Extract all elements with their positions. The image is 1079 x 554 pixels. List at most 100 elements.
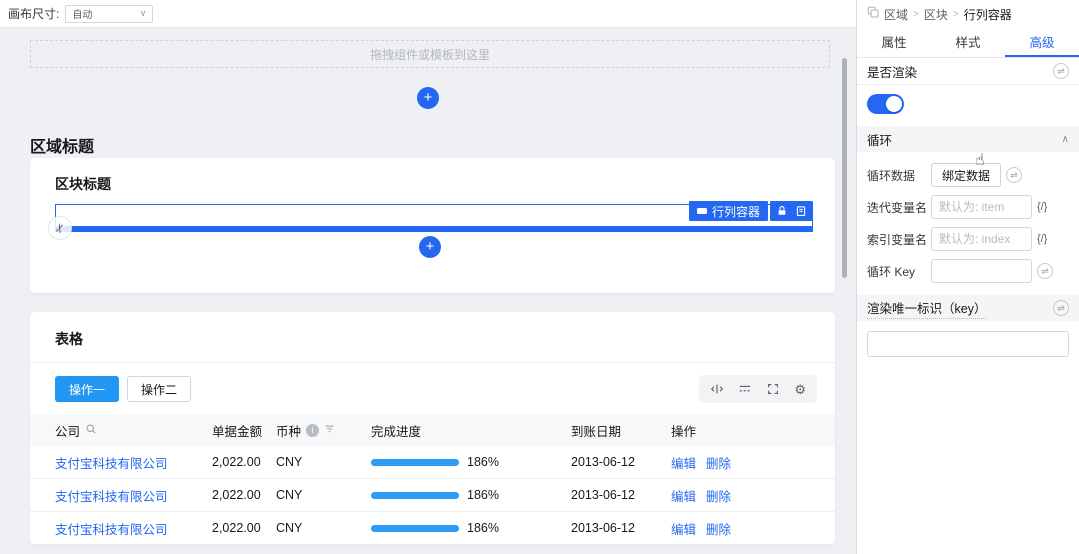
delete-link[interactable]: 删除: [706, 519, 731, 538]
canvas-toolbar: 画布尺寸: 自动 ∨: [0, 0, 856, 28]
delete-link[interactable]: 删除: [706, 453, 731, 472]
table-card[interactable]: 表格 操作一 操作二 ⚙: [30, 312, 835, 545]
column-header-company[interactable]: 公司: [55, 421, 212, 440]
formula-toggle-icon[interactable]: ⇌: [1053, 63, 1069, 79]
editor-screen: 画布尺寸: 自动 ∨ 拖拽组件或模板到这里 + 区域标题 区块标题 行列容器: [0, 0, 1079, 554]
iterator-variable-label: 迭代变量名: [867, 199, 931, 216]
delete-link[interactable]: 删除: [706, 486, 731, 505]
toggle-knob: [886, 96, 902, 112]
loop-fields: 循环数据 绑定数据 ⇌ 迭代变量名 {/} 索引变量名 {/} 循环 Key ⇌: [857, 152, 1079, 295]
breadcrumb-item-container[interactable]: 行列容器: [964, 6, 1012, 23]
filter-icon[interactable]: [324, 423, 335, 437]
progress-label: 186%: [467, 455, 499, 469]
table-row: 支付宝科技有限公司 2,022.00 CNY 186% 2013-06-12 编…: [30, 446, 835, 479]
code-expression-icon[interactable]: {/}: [1037, 233, 1047, 245]
formula-toggle-icon[interactable]: ⇌: [1006, 167, 1022, 183]
properties-panel: 区域 > 区块 > 行列容器 属性 样式 高级 是否渲染 ⇌ 循环 ∧ 循环数据…: [856, 0, 1079, 554]
tab-advanced[interactable]: 高级: [1005, 28, 1079, 57]
table-settings-group: ⚙: [699, 375, 817, 403]
region-title[interactable]: 区域标题: [30, 133, 94, 157]
block-card[interactable]: 区块标题 行列容器: [30, 158, 835, 293]
lock-icon[interactable]: [776, 205, 788, 217]
currency-cell: CNY: [276, 455, 371, 469]
iterator-variable-input[interactable]: [931, 195, 1032, 219]
progress-cell: 186%: [371, 488, 571, 502]
unique-key-section-header[interactable]: 渲染唯一标识（key） ⇌: [857, 295, 1079, 321]
canvas-scrollbar[interactable]: [842, 58, 847, 278]
column-header-currency[interactable]: 币种 i: [276, 421, 371, 440]
loop-key-label: 循环 Key: [867, 263, 931, 280]
action-two-button[interactable]: 操作二: [127, 376, 191, 402]
company-link[interactable]: 支付宝科技有限公司: [55, 519, 168, 538]
index-variable-field: 索引变量名 {/}: [867, 227, 1069, 251]
add-component-button-top[interactable]: +: [417, 87, 439, 109]
selected-component-tag[interactable]: 行列容器: [689, 201, 768, 221]
table-toolbar: 操作一 操作二 ⚙: [55, 375, 817, 403]
canvas-size-label: 画布尺寸:: [8, 5, 59, 22]
loop-data-label: 循环数据: [867, 167, 931, 184]
iterator-variable-field: 迭代变量名 {/}: [867, 195, 1069, 219]
edit-link[interactable]: 编辑: [671, 453, 696, 472]
render-section-header: 是否渲染 ⇌: [857, 58, 1079, 85]
tab-properties[interactable]: 属性: [857, 28, 931, 57]
breadcrumb-item-block[interactable]: 区块: [924, 6, 948, 23]
column-header-progress[interactable]: 完成进度: [371, 421, 571, 440]
currency-cell: CNY: [276, 488, 371, 502]
column-header-actions[interactable]: 操作: [671, 421, 835, 440]
table-title[interactable]: 表格: [55, 329, 83, 349]
edit-link[interactable]: 编辑: [671, 486, 696, 505]
scissors-icon: ✂: [52, 221, 69, 235]
breadcrumb-separator: >: [913, 9, 919, 20]
search-icon[interactable]: [85, 423, 97, 438]
table-header-row: 公司 单据金额 币种 i 完成进度 到账日期 操作: [30, 414, 835, 446]
action-one-button[interactable]: 操作一: [55, 376, 119, 402]
selection-actions: [770, 201, 813, 221]
amount-cell: 2,022.00: [212, 455, 276, 469]
company-link[interactable]: 支付宝科技有限公司: [55, 453, 168, 472]
loop-section-header[interactable]: 循环 ∧: [857, 126, 1079, 152]
selected-row-container[interactable]: 行列容器: [55, 204, 813, 232]
selection-toolbar: 行列容器: [689, 201, 813, 221]
code-expression-icon[interactable]: {/}: [1037, 201, 1047, 213]
canvas-size-select[interactable]: 自动 ∨: [65, 5, 153, 23]
add-component-button-middle[interactable]: +: [419, 236, 441, 258]
currency-cell: CNY: [276, 521, 371, 535]
progress-cell: 186%: [371, 455, 571, 469]
dropzone[interactable]: 拖拽组件或模板到这里: [30, 40, 830, 68]
progress-bar: [371, 459, 459, 466]
breadcrumb-item-region[interactable]: 区域: [884, 6, 908, 23]
index-variable-input[interactable]: [931, 227, 1032, 251]
info-icon[interactable]: i: [306, 424, 319, 437]
progress-cell: 186%: [371, 521, 571, 535]
amount-cell: 2,022.00: [212, 521, 276, 535]
panel-tabs: 属性 样式 高级: [857, 28, 1079, 58]
plus-icon: +: [426, 238, 435, 255]
drag-move-icon[interactable]: [710, 382, 724, 396]
chevron-up-icon: ∧: [1062, 134, 1069, 145]
fullscreen-icon[interactable]: [766, 382, 780, 396]
date-cell: 2013-06-12: [571, 488, 671, 502]
unique-key-field: [857, 321, 1079, 367]
bind-data-button[interactable]: 绑定数据: [931, 163, 1001, 187]
render-label: 是否渲染: [867, 62, 917, 81]
row-height-icon[interactable]: [738, 382, 752, 396]
render-toggle[interactable]: [867, 94, 904, 114]
formula-toggle-icon[interactable]: ⇌: [1037, 263, 1053, 279]
loop-key-input[interactable]: [931, 259, 1032, 283]
column-header-amount[interactable]: 单据金额: [212, 421, 276, 440]
gear-icon[interactable]: ⚙: [794, 383, 806, 396]
render-toggle-row: [857, 85, 1079, 126]
tab-style[interactable]: 样式: [931, 28, 1005, 57]
clipboard-icon[interactable]: [795, 205, 807, 217]
amount-cell: 2,022.00: [212, 488, 276, 502]
column-header-date[interactable]: 到账日期: [571, 421, 671, 440]
block-title[interactable]: 区块标题: [55, 174, 111, 194]
company-link[interactable]: 支付宝科技有限公司: [55, 486, 168, 505]
edit-link[interactable]: 编辑: [671, 519, 696, 538]
unique-key-input[interactable]: [867, 331, 1069, 357]
progress-bar: [371, 492, 459, 499]
column-header-label: 币种: [276, 421, 301, 440]
cut-indicator: ✂: [48, 216, 72, 240]
formula-toggle-icon[interactable]: ⇌: [1053, 300, 1069, 316]
hand-cursor-icon: ☝: [975, 150, 985, 170]
